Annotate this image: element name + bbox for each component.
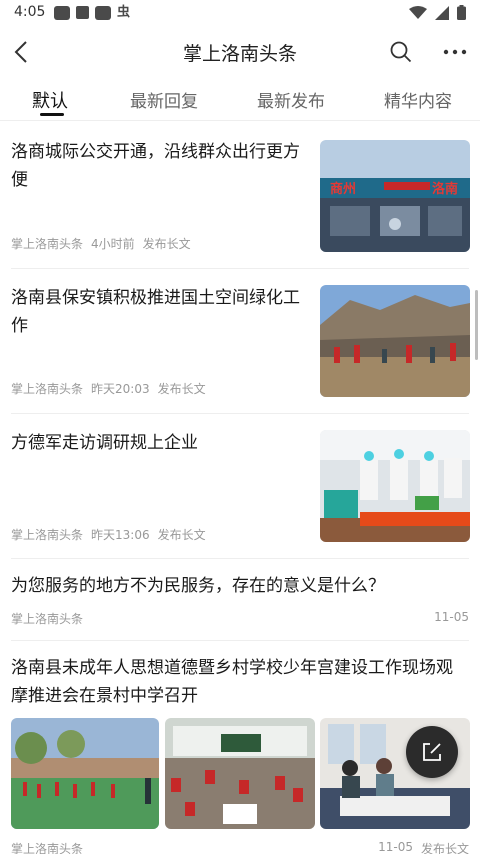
tree-planting-photo[interactable] [320,285,470,397]
wifi-icon [409,5,427,19]
item-tag: 发布长文 [142,237,191,251]
item-title: 为您服务的地方不为民服务，存在的意义是什么？ [11,576,385,596]
classroom-photo[interactable] [165,718,315,829]
status-bar: 4:05 虫 [0,0,480,27]
item-meta: 掌上洛南头条 昨天20:03 发布长文 [11,380,206,397]
scrollbar-thumb[interactable] [475,290,478,360]
more-dots-icon [443,49,467,55]
item-meta: 掌上洛南头条 昨天13:06 发布长文 [11,526,206,543]
more-button[interactable] [438,37,472,67]
tab-latest-reply[interactable]: 最新回复 [130,87,198,112]
list-item[interactable]: 洛南县保安镇积极推进国土空间绿化工作 掌上洛南头条 昨天20:03 发布长文 [0,268,480,413]
item-tag: 发布长文 [157,382,206,396]
wechat-icon [95,6,111,20]
bug-icon: 虫 [117,5,131,20]
item-date: 11-05 [434,610,469,624]
wechat-icon [54,6,70,20]
item-title: 洛南县保安镇积极推进国土空间绿化工作 [11,288,300,336]
item-title: 洛商城际公交开通，沿线群众出行更方便 [11,142,300,190]
item-meta: 掌上洛南头条 4小时前 发布长文 [11,235,191,252]
tab-active-indicator [40,113,64,116]
compose-button[interactable] [406,726,458,778]
item-author: 掌上洛南头条 [11,528,84,542]
tab-default[interactable]: 默认 [32,87,68,113]
search-button[interactable] [386,37,416,67]
svg-text:商州: 商州 [330,181,356,197]
search-icon [390,41,412,63]
item-time: 昨天20:03 [91,382,150,396]
item-author: 掌上洛南头条 [11,237,84,251]
battery-icon [457,5,466,20]
item-tag: 发布长文 [420,842,469,854]
item-date: 11-05 [378,840,413,854]
school-playground-photo[interactable] [11,718,159,829]
item-tag: 发布长文 [157,528,206,542]
bus-station-photo[interactable]: 商州 洛南 [320,140,470,252]
item-author: 掌上洛南头条 [11,842,84,854]
list-item[interactable]: 方德军走访调研规上企业 掌上洛南头条 昨天13:06 发布长文 [0,413,480,558]
factory-workers-photo[interactable] [320,430,470,542]
list-item[interactable]: 洛商城际公交开通，沿线群众出行更方便 掌上洛南头条 4小时前 发布长文 商州 洛… [0,122,480,268]
tab-bar: 默认 最新回复 最新发布 精华内容 [0,77,480,121]
item-author: 掌上洛南头条 [11,612,84,626]
item-meta: 掌上洛南头条 [11,840,83,854]
item-author: 掌上洛南头条 [11,382,84,396]
signal-icon [435,5,449,20]
a-icon [76,6,89,19]
svg-text:洛南: 洛南 [432,181,458,197]
item-time: 昨天13:06 [91,528,150,542]
item-meta: 掌上洛南头条 [11,610,83,627]
item-title: 洛南县未成年人思想道德暨乡村学校少年宫建设工作现场观摩推进会在景村中学召开 [11,658,453,706]
status-time: 4:05 [14,4,46,20]
compose-icon [423,743,441,761]
list-item[interactable]: 为您服务的地方不为民服务，存在的意义是什么？ 掌上洛南头条 11-05 [0,558,480,640]
item-time: 4小时前 [91,237,135,251]
tab-latest-post[interactable]: 最新发布 [257,87,325,112]
title-bar: 掌上洛南头条 [0,27,480,77]
item-date-tag: 11-05 发布长文 [378,840,469,854]
tab-featured[interactable]: 精华内容 [384,87,452,112]
item-title: 方德军走访调研规上企业 [11,433,198,453]
